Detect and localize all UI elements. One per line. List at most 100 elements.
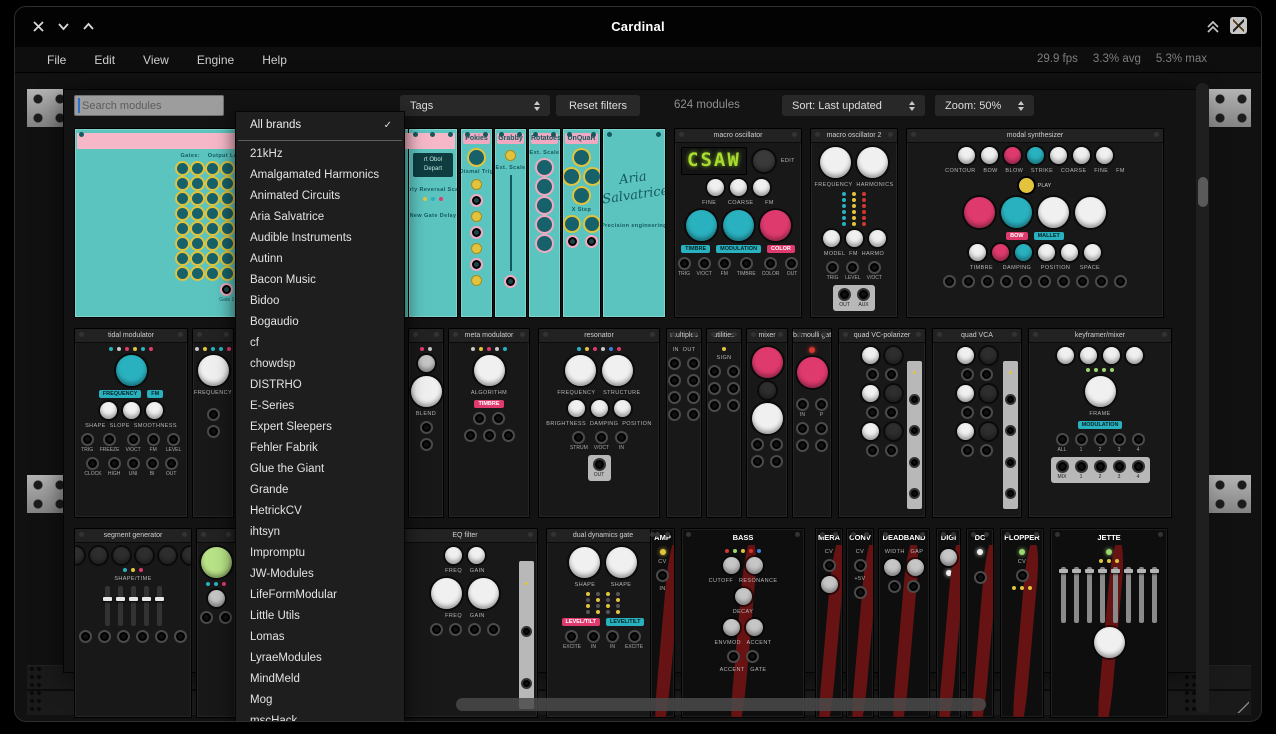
module-mera[interactable]: MERACV: [815, 528, 843, 718]
search-input[interactable]: [74, 95, 224, 116]
rack-vertical-scrollbar[interactable]: [1196, 83, 1209, 713]
module-unquar[interactable]: UnQuaRX Step: [562, 128, 601, 318]
module-bernoulli-gate[interactable]: bernoulli gateINP: [792, 328, 832, 518]
led-row: [722, 347, 726, 351]
rack-vertical-scrollbar-thumb[interactable]: [1198, 177, 1208, 207]
module-utilities[interactable]: utilitiesSIGN: [706, 328, 742, 518]
module-keyframer-mixer[interactable]: keyframer/mixerFRAMEMODULATIONALL1234MIX…: [1028, 328, 1172, 518]
brand-menu-item-lyraemodules[interactable]: LyraeModules: [236, 648, 404, 669]
jack-row: [854, 559, 867, 572]
module-jette[interactable]: JETTE: [1050, 528, 1168, 718]
brand-menu-item-distrho[interactable]: DISTRHO: [236, 375, 404, 396]
module-conv[interactable]: CONVCV+5V: [846, 528, 874, 718]
brand-menu-item-amalgamated-harmonics[interactable]: Amalgamated Harmonics: [236, 165, 404, 186]
knob-row: [957, 347, 997, 364]
brand-menu-item-mschack[interactable]: mscHack: [236, 711, 404, 722]
brand-menu-item-mog[interactable]: Mog: [236, 690, 404, 711]
module-quad-vc-polarizer[interactable]: quad VC-polarizer: [838, 328, 926, 518]
brand-menu-item-hetrickcv[interactable]: HetrickCV: [236, 501, 404, 522]
brand-menu-item-jw-modules[interactable]: JW-Modules: [236, 564, 404, 585]
brand-menu-item-bacon-music[interactable]: Bacon Music: [236, 270, 404, 291]
module-tidal-modulator[interactable]: tidal modulatorFREQUENCYFMSHAPE SLOPE SM…: [74, 328, 188, 518]
module-mixer[interactable]: mixer: [746, 328, 788, 518]
knob: [192, 238, 203, 249]
brand-menu-item-glue-the-giant[interactable]: Glue the Giant: [236, 459, 404, 480]
label-chip-row: FREQUENCYFM: [99, 390, 163, 398]
led: [601, 347, 605, 351]
module-panel[interactable]: FREQUENCY: [192, 328, 234, 518]
knob: [182, 547, 191, 564]
module-panel[interactable]: BLEND: [408, 328, 444, 518]
knob: [1085, 376, 1116, 407]
brand-menu-item-e-series[interactable]: E-Series: [236, 396, 404, 417]
module-pokies[interactable]: PokiesDismal Trig: [460, 128, 493, 318]
brand-menu-item-chowdsp[interactable]: chowdsp: [236, 354, 404, 375]
brand-menu-item-aria-salvatrice[interactable]: Aria Salvatrice: [236, 207, 404, 228]
brand-menu-item-bidoo[interactable]: Bidoo: [236, 291, 404, 312]
menubar-item-edit[interactable]: Edit: [94, 53, 115, 67]
menubar-item-engine[interactable]: Engine: [197, 53, 234, 67]
rack-rail: [27, 475, 63, 513]
brand-menu-item-21khz[interactable]: 21kHz: [236, 144, 404, 165]
module-macro-oscillator-2[interactable]: macro oscillator 2FREQUENCY HARMONICSMOD…: [810, 128, 898, 318]
brand-menu-item-impromptu[interactable]: Impromptu: [236, 543, 404, 564]
module-title: utilities: [707, 329, 741, 343]
jack: [961, 444, 974, 457]
module-amp[interactable]: AMPCVIN: [650, 528, 675, 718]
PLAY-button[interactable]: [1019, 178, 1034, 193]
jack-row: [866, 406, 898, 419]
brand-menu-item-all-brands[interactable]: All brands ✓: [236, 112, 404, 136]
module-panel[interactable]: rt ObolDepartEarly Reversal ScaleNew Gat…: [408, 128, 458, 318]
brand-menu-item-ihtsyn[interactable]: ihtsyn: [236, 522, 404, 543]
brand-menu-item-little-utils[interactable]: Little Utils: [236, 606, 404, 627]
brand-menu-item-mindmeld[interactable]: MindMeld: [236, 669, 404, 690]
tags-select[interactable]: Tags: [400, 95, 550, 116]
module-bass[interactable]: BASSCUTOFF RESONANCEDECAYENVMOD ACCENTAC…: [681, 528, 805, 718]
jack: [727, 365, 740, 378]
module-panel[interactable]: [196, 528, 236, 718]
brand-menu-item-animated-circuits[interactable]: Animated Circuits: [236, 186, 404, 207]
label-chip-row: TIMBREMODULATIONCOLOR: [681, 245, 795, 253]
brand-menu-item-fehler-fabrik[interactable]: Fehler Fabrik: [236, 438, 404, 459]
cardinal-logo-icon[interactable]: [1230, 17, 1247, 34]
module-dc[interactable]: DC: [966, 528, 994, 718]
led: [586, 604, 590, 608]
module-meta-modulator[interactable]: meta modulatorALGORITHMTIMBRE: [448, 328, 530, 518]
module-rotatoes[interactable]: RotatoesExt. Scale: [528, 128, 561, 318]
brand-menu-item-autinn[interactable]: Autinn: [236, 249, 404, 270]
led: [1102, 368, 1106, 372]
panel-label: SHAPE SLOPE SMOOTHNESS: [85, 423, 177, 429]
led: [852, 198, 856, 202]
menubar-item-file[interactable]: File: [47, 53, 66, 67]
knob: [752, 403, 783, 434]
brand-menu-item-bogaudio[interactable]: Bogaudio: [236, 312, 404, 333]
knob: [797, 357, 828, 388]
brand-menu-item-cf[interactable]: cf: [236, 333, 404, 354]
module-resonator[interactable]: resonatorFREQUENCY STRUCTUREBRIGHTNESS D…: [538, 328, 660, 518]
module-multiples[interactable]: multiplesIN OUT: [666, 328, 702, 518]
menubar-item-view[interactable]: View: [143, 53, 169, 67]
module-dual-dynamics-gate[interactable]: dual dynamics gateSHAPE SHAPELEVEL/TILTL…: [546, 528, 660, 718]
brand-menu-item-lifeformmodular[interactable]: LifeFormModular: [236, 585, 404, 606]
module-grabby[interactable]: GrabbyExt. Scale: [494, 128, 527, 318]
module-modal-synthesizer[interactable]: modal synthesizerCONTOUR BOW BLOW STRIKE…: [906, 128, 1164, 318]
module-flopper[interactable]: FLOPPERCV: [1000, 528, 1044, 718]
brand-menu-item-lomas[interactable]: Lomas: [236, 627, 404, 648]
menubar-item-help[interactable]: Help: [262, 53, 287, 67]
module-panel[interactable]: AriaSalvatricePrecision engineering: [602, 128, 666, 318]
brand-menu-item-expert-sleepers[interactable]: Expert Sleepers: [236, 417, 404, 438]
rack-horizontal-scrollbar-thumb[interactable]: [456, 698, 986, 711]
module-segment-generator[interactable]: segment generatorSHAPE/TIME: [74, 528, 192, 718]
module-deadband[interactable]: DEADBANDWIDTH GAP: [878, 528, 930, 718]
brand-menu-item-grande[interactable]: Grande: [236, 480, 404, 501]
module-macro-oscillator[interactable]: macro oscillatorCSAWEDITFINE COARSE FMTI…: [674, 128, 802, 318]
double-chevron-up-icon[interactable]: [1205, 18, 1220, 33]
jack: [980, 444, 993, 457]
module-digi[interactable]: DIGI: [936, 528, 961, 718]
brand-menu-item-audible-instruments[interactable]: Audible Instruments: [236, 228, 404, 249]
reset-filters-button[interactable]: Reset filters: [556, 95, 640, 116]
module-quad-vca[interactable]: quad VCA: [932, 328, 1022, 518]
module-eq-filter[interactable]: EQ filterFREQ GAINFREQ GAIN: [392, 528, 538, 718]
sort-select[interactable]: Sort: Last updated: [782, 95, 925, 116]
zoom-select[interactable]: Zoom: 50%: [935, 95, 1034, 116]
